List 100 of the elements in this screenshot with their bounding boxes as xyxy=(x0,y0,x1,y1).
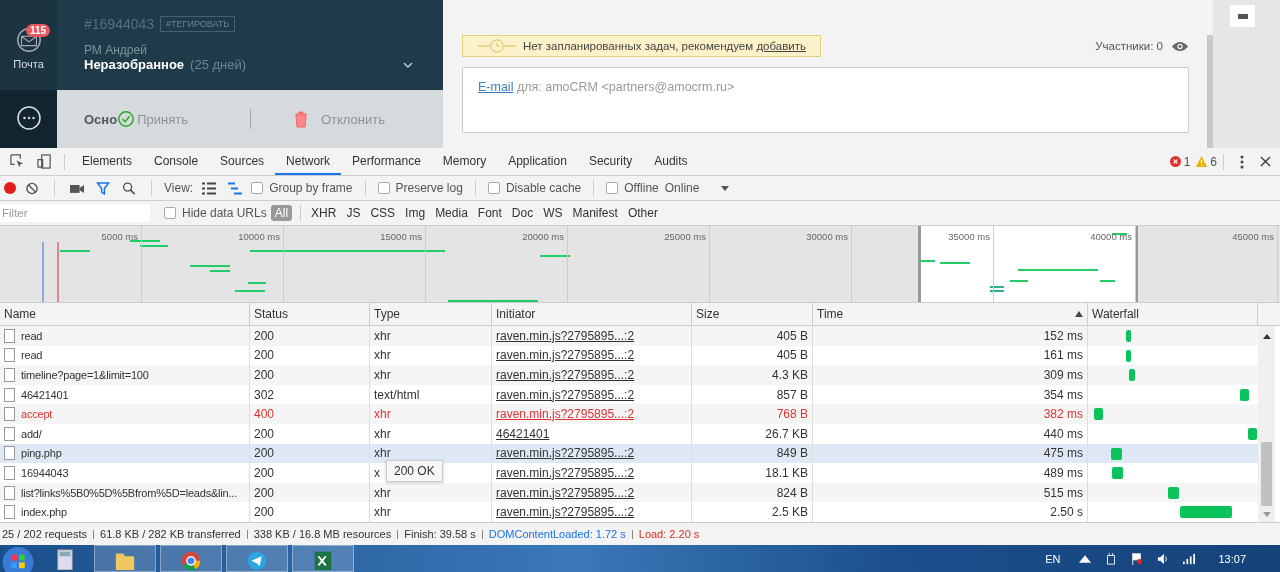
column-header[interactable]: Size xyxy=(692,303,813,325)
signal-icon[interactable] xyxy=(1183,552,1196,565)
type-filter[interactable]: Manifest xyxy=(568,205,622,221)
waterfall-view-icon[interactable] xyxy=(228,181,243,195)
chevron-icon[interactable] xyxy=(403,61,413,68)
throttle-select[interactable]: Online xyxy=(664,181,700,195)
devtools-tab[interactable]: Console xyxy=(143,148,210,175)
column-header[interactable]: Name xyxy=(0,303,250,325)
scroll-thumb[interactable] xyxy=(1261,442,1272,506)
waterfall-bar xyxy=(1180,506,1232,519)
initiator-link[interactable]: raven.min.js?2795895...:2 xyxy=(496,485,635,500)
add-link[interactable]: добавить xyxy=(756,40,806,52)
option-checkbox[interactable]: Disable cache xyxy=(487,181,582,195)
devtools-tab[interactable]: Network xyxy=(275,148,342,175)
type-filter[interactable]: Font xyxy=(473,205,506,221)
view-label: View: xyxy=(164,181,194,195)
clear-icon[interactable] xyxy=(25,181,39,195)
request-name[interactable]: read xyxy=(21,349,43,362)
inspect-icon[interactable] xyxy=(10,154,25,169)
initiator-link[interactable]: 46421401 xyxy=(496,426,550,441)
start-button[interactable] xyxy=(0,545,36,572)
browser-icon[interactable] xyxy=(160,545,222,572)
status-cell: 302 xyxy=(254,387,275,402)
type-filter[interactable]: Other xyxy=(623,205,662,221)
filter-field[interactable]: Filter xyxy=(0,204,150,222)
initiator-link[interactable]: raven.min.js?2795895...:2 xyxy=(496,348,635,363)
type-filter[interactable]: XHR xyxy=(307,205,341,221)
lead-tab[interactable]: Осно xyxy=(84,111,118,127)
request-name[interactable]: 46421401 xyxy=(21,388,69,401)
initiator-link[interactable]: raven.min.js?2795895...:2 xyxy=(496,328,635,343)
time-cell: 475 ms xyxy=(1043,446,1083,461)
devtools-tab[interactable]: Audits xyxy=(643,148,699,175)
mail-label[interactable]: Почта xyxy=(13,58,44,70)
spreadsheet-icon[interactable] xyxy=(292,545,354,572)
option-checkbox[interactable]: Preserve log xyxy=(377,181,463,195)
request-name[interactable]: read xyxy=(21,329,43,342)
request-name[interactable]: accept xyxy=(21,408,53,421)
list-view-icon[interactable] xyxy=(202,181,217,195)
more-icon[interactable] xyxy=(1240,154,1244,169)
logo-icon[interactable] xyxy=(1230,5,1255,27)
type-filter[interactable]: Doc xyxy=(507,205,538,221)
time-cell: 489 ms xyxy=(1043,465,1083,480)
devtools-tab[interactable]: Security xyxy=(577,148,644,175)
initiator-link[interactable]: raven.min.js?2795895...:2 xyxy=(496,407,635,422)
flag-icon[interactable] xyxy=(1131,552,1144,565)
type-filter[interactable]: Media xyxy=(431,205,472,221)
type-filter[interactable]: Img xyxy=(401,205,430,221)
type-filter[interactable]: CSS xyxy=(366,205,400,221)
option-checkbox[interactable]: Offline xyxy=(606,181,659,195)
request-name[interactable]: index.php xyxy=(21,506,67,519)
paper-plane-icon[interactable] xyxy=(226,545,288,572)
initiator-link[interactable]: raven.min.js?2795895...:2 xyxy=(496,465,635,480)
column-header[interactable]: Waterfall xyxy=(1088,303,1258,325)
status-cell: 200 xyxy=(254,505,275,520)
error-count[interactable]: 1 xyxy=(1183,154,1191,169)
column-header[interactable]: Type xyxy=(370,303,492,325)
column-header[interactable]: Initiator xyxy=(492,303,692,325)
initiator-link[interactable]: raven.min.js?2795895...:2 xyxy=(496,505,635,520)
power-icon[interactable] xyxy=(1105,552,1118,565)
language-indicator[interactable]: EN xyxy=(1045,552,1061,565)
request-name[interactable]: list?links%5B0%5D%5Bfrom%5D=leads&lin... xyxy=(21,486,238,499)
search-icon[interactable] xyxy=(122,181,136,195)
caret-icon[interactable] xyxy=(721,185,730,191)
request-name[interactable]: ping.php xyxy=(21,447,62,460)
time-cell: 515 ms xyxy=(1043,485,1083,500)
initiator-link[interactable]: raven.min.js?2795895...:2 xyxy=(496,387,635,402)
size-cell: 857 B xyxy=(776,387,808,402)
warning-count[interactable]: 6 xyxy=(1210,154,1217,169)
hide-data-urls-checkbox[interactable]: Hide data URLs xyxy=(164,206,267,220)
time-cell: 440 ms xyxy=(1043,426,1083,441)
column-header[interactable]: Status xyxy=(250,303,370,325)
speaker-icon[interactable] xyxy=(1157,552,1170,565)
devtools-tab[interactable]: Elements xyxy=(71,148,144,175)
column-header[interactable]: Time xyxy=(813,303,1088,325)
devtools-tab[interactable]: Memory xyxy=(431,148,498,175)
devtools-tab[interactable]: Sources xyxy=(209,148,276,175)
record-button[interactable] xyxy=(4,182,16,194)
pipeline-status[interactable]: Неразобранное xyxy=(84,57,185,72)
scrollbar[interactable] xyxy=(1258,326,1275,522)
close-icon[interactable] xyxy=(1260,156,1271,167)
warning-icon xyxy=(1196,156,1208,167)
eye-icon[interactable] xyxy=(1171,39,1189,53)
option-checkbox[interactable]: Group by frame xyxy=(251,181,353,195)
filter-icon[interactable] xyxy=(96,181,110,195)
type-filter[interactable]: JS xyxy=(342,205,365,221)
type-filter[interactable]: WS xyxy=(539,205,567,221)
devtools-tab[interactable]: Performance xyxy=(341,148,432,175)
scroll-up-icon[interactable] xyxy=(1262,334,1271,339)
email-composer[interactable]: E-mail для: amoCRM <partners@amocrm.ru> xyxy=(462,67,1189,133)
devtools-tab[interactable]: Application xyxy=(497,148,578,175)
request-name[interactable]: add/ xyxy=(21,427,42,440)
initiator-link[interactable]: raven.min.js?2795895...:2 xyxy=(496,368,635,382)
folder-icon[interactable] xyxy=(94,545,156,572)
request-name[interactable]: timeline?page=1&limit=100 xyxy=(21,369,149,381)
email-link[interactable]: E-mail xyxy=(478,80,514,94)
request-name[interactable]: 16944043 xyxy=(21,466,69,479)
waterfall-bar xyxy=(1094,408,1103,421)
initiator-link[interactable]: raven.min.js?2795895...:2 xyxy=(496,446,635,461)
device-icon[interactable] xyxy=(37,154,52,169)
clock-time[interactable]: 13:07 xyxy=(1218,552,1246,565)
